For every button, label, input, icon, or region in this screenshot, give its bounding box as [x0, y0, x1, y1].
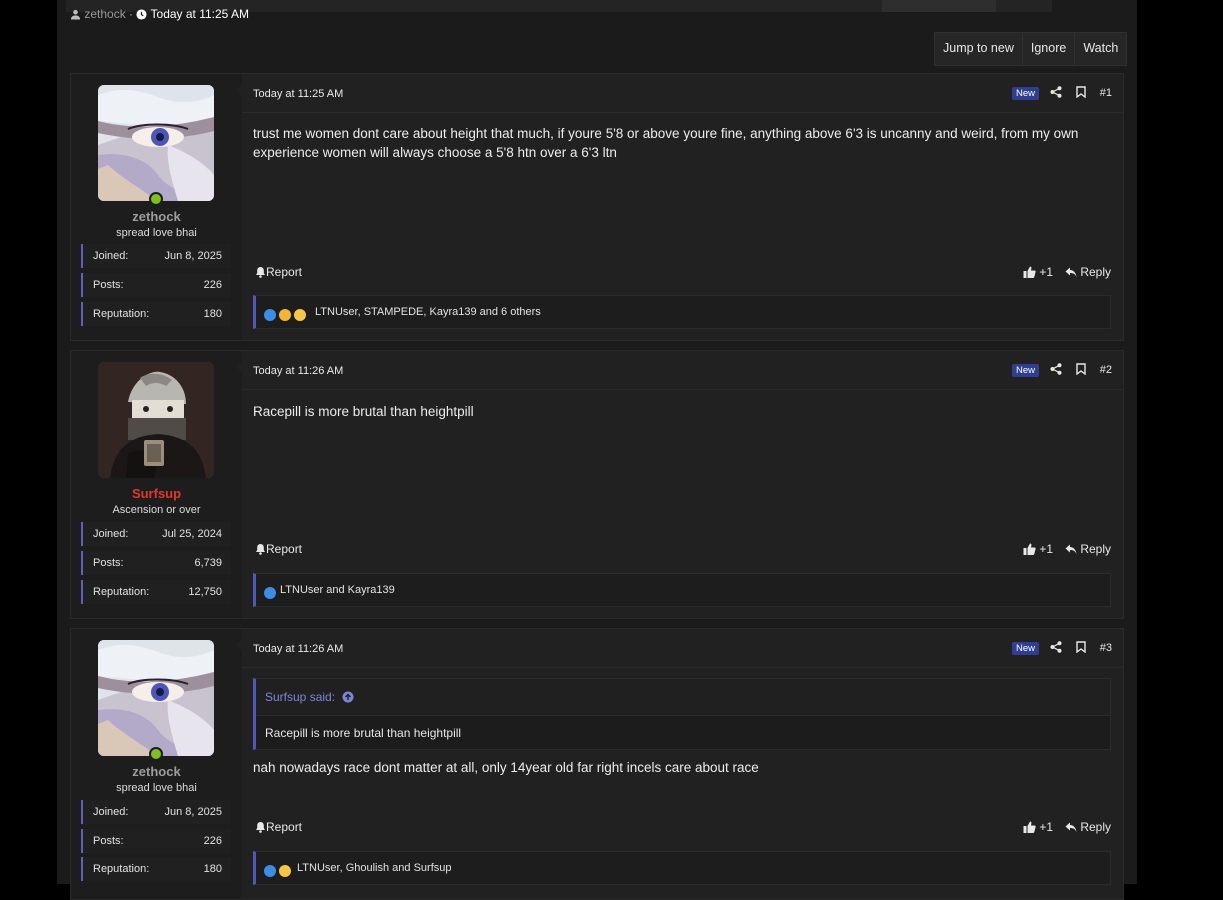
- reactions-bar[interactable]: LTNUser, STAMPEDE, Kayra139 and 6 others: [253, 295, 1111, 329]
- reply-button[interactable]: Reply: [1065, 265, 1111, 279]
- thumbs-up-icon: [1023, 266, 1036, 278]
- report-button[interactable]: Report: [255, 265, 302, 279]
- online-indicator: [149, 192, 163, 206]
- user-pane: zethock spread love bhai Joined: Jun 8, 2…: [71, 629, 242, 899]
- post-header: Today at 11:26 AM New #3: [242, 629, 1123, 668]
- reply-icon: [1065, 544, 1077, 555]
- report-button[interactable]: Report: [255, 542, 302, 556]
- stat-posts: Posts: 226: [81, 273, 231, 297]
- like-button[interactable]: +1: [1023, 265, 1053, 279]
- reply-icon: [1065, 822, 1077, 833]
- thumbs-up-icon: [1023, 543, 1036, 555]
- bookmark-icon[interactable]: [1076, 363, 1086, 375]
- user-pane: Surfsup Ascension or over Joined: Jul 25,…: [71, 351, 242, 618]
- quote-block: Surfsup said: Racepill is more brutal th…: [253, 678, 1111, 750]
- bookmark-icon[interactable]: [1076, 641, 1086, 653]
- reactions-bar[interactable]: LTNUser and Kayra139: [253, 573, 1111, 607]
- stat-posts: Posts: 6,739: [81, 551, 231, 575]
- post-content: Today at 11:26 AM New #2 Racepill is mor…: [236, 351, 1123, 618]
- laugh-reaction-icon: [294, 308, 306, 321]
- avatar[interactable]: [98, 85, 214, 201]
- reaction-icons: [264, 862, 294, 880]
- like-button[interactable]: +1: [1023, 820, 1053, 834]
- quote-author-link[interactable]: Surfsup said:: [265, 690, 354, 704]
- post-body: nah nowadays race dont matter at all, on…: [253, 760, 759, 775]
- stat-reputation: Reputation: 12,750: [81, 580, 231, 604]
- thinking-reaction-icon: [279, 308, 291, 321]
- page-container: zethock · Today at 11:25 AM Jump to new …: [57, 0, 1137, 900]
- thumbs-up-icon: [1023, 821, 1036, 833]
- reply-button[interactable]: Reply: [1065, 542, 1111, 556]
- thread-actions: Jump to new Ignore Watch: [934, 32, 1128, 66]
- reaction-icons: [264, 306, 309, 324]
- bell-icon: [256, 267, 265, 278]
- like-button[interactable]: +1: [1023, 542, 1053, 556]
- post-number[interactable]: #1: [1100, 87, 1112, 99]
- post-3: zethock spread love bhai Joined: Jun 8, 2…: [70, 628, 1124, 900]
- avatar[interactable]: [98, 640, 214, 756]
- user-title: Ascension or over: [112, 504, 201, 516]
- post-number[interactable]: #3: [1100, 642, 1112, 654]
- new-badge: New: [1011, 642, 1039, 655]
- reaction-users[interactable]: LTNUser, Ghoulish and Surfsup: [297, 862, 451, 875]
- new-badge: New: [1011, 87, 1039, 100]
- post-number[interactable]: #2: [1100, 364, 1112, 376]
- stat-reputation: Reputation: 180: [81, 857, 231, 881]
- share-icon[interactable]: [1050, 363, 1062, 375]
- stat-joined: Joined: Jul 25, 2024: [81, 522, 231, 546]
- thread-time: Today at 11:25 AM: [150, 7, 250, 21]
- laugh-reaction-icon: [279, 864, 291, 877]
- report-button[interactable]: Report: [255, 820, 302, 834]
- post-content: Today at 11:26 AM New #3 Surfsup said: R…: [236, 629, 1123, 899]
- stat-posts: Posts: 226: [81, 829, 231, 853]
- like-reaction-icon: [264, 586, 276, 599]
- post-date[interactable]: Today at 11:26 AM: [253, 643, 343, 655]
- bookmark-icon[interactable]: [1076, 86, 1086, 98]
- stat-joined: Joined: Jun 8, 2025: [81, 800, 231, 824]
- new-badge: New: [1011, 364, 1039, 377]
- reply-icon: [1065, 267, 1077, 278]
- username[interactable]: Surfsup: [71, 486, 242, 501]
- ignore-button[interactable]: Ignore: [1023, 33, 1076, 65]
- like-reaction-icon: [264, 308, 276, 321]
- post-date[interactable]: Today at 11:25 AM: [253, 88, 343, 100]
- username[interactable]: zethock: [71, 209, 242, 224]
- reaction-users[interactable]: LTNUser, STAMPEDE, Kayra139 and 6 others: [315, 306, 541, 319]
- reactions-bar[interactable]: LTNUser, Ghoulish and Surfsup: [253, 851, 1111, 885]
- bell-icon: [256, 544, 265, 555]
- reaction-icons: [264, 584, 279, 602]
- thread-meta: zethock · Today at 11:25 AM: [70, 6, 249, 22]
- bell-icon: [256, 822, 265, 833]
- thread-author[interactable]: zethock: [84, 7, 125, 21]
- post-date[interactable]: Today at 11:26 AM: [253, 365, 343, 377]
- username[interactable]: zethock: [71, 764, 242, 779]
- reaction-users[interactable]: LTNUser and Kayra139: [280, 584, 395, 597]
- post-header: Today at 11:25 AM New #1: [242, 74, 1123, 113]
- user-title: spread love bhai: [116, 782, 197, 794]
- arrow-up-circle-icon[interactable]: [342, 691, 354, 703]
- stat-joined: Joined: Jun 8, 2025: [81, 244, 231, 268]
- quote-body: Racepill is more brutal than heightpill: [265, 726, 462, 740]
- post-body: Racepill is more brutal than heightpill: [253, 404, 474, 419]
- share-icon[interactable]: [1050, 86, 1062, 98]
- watch-button[interactable]: Watch: [1075, 33, 1126, 65]
- post-1: zethock spread love bhai Joined: Jun 8, 2…: [70, 73, 1124, 341]
- post-2: Surfsup Ascension or over Joined: Jul 25,…: [70, 350, 1124, 619]
- user-icon: [70, 9, 81, 20]
- like-reaction-icon: [264, 864, 276, 877]
- online-indicator: [149, 747, 163, 761]
- share-icon[interactable]: [1050, 641, 1062, 653]
- jump-to-new-button[interactable]: Jump to new: [935, 33, 1023, 65]
- post-body: trust me women dont care about height th…: [253, 126, 1079, 160]
- clock-icon: [136, 9, 147, 20]
- reply-button[interactable]: Reply: [1065, 820, 1111, 834]
- post-content: Today at 11:25 AM New #1 trust me women …: [236, 74, 1123, 340]
- stat-reputation: Reputation: 180: [81, 302, 231, 326]
- quote-header: Surfsup said:: [256, 679, 1110, 716]
- avatar[interactable]: [98, 362, 214, 478]
- post-header: Today at 11:26 AM New #2: [242, 351, 1123, 390]
- user-title: spread love bhai: [116, 227, 197, 239]
- user-pane: zethock spread love bhai Joined: Jun 8, 2…: [71, 74, 242, 340]
